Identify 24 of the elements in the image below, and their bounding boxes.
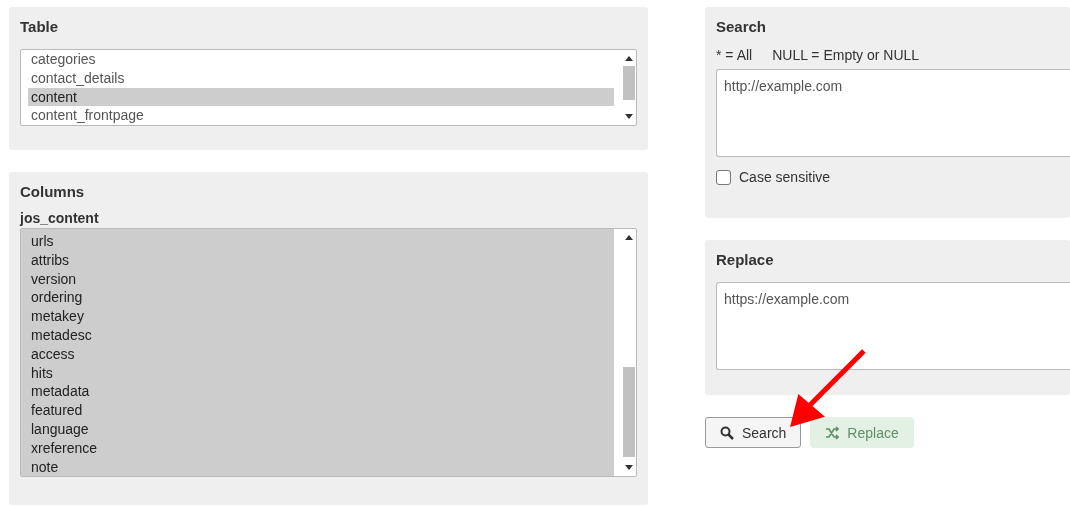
hint-text: * = All	[716, 47, 753, 63]
hint-text: NULL = Empty or NULL	[772, 47, 920, 63]
case-sensitive-checkbox[interactable]	[716, 169, 731, 185]
scroll-up-icon[interactable]	[625, 235, 633, 240]
checkbox-label: Case sensitive	[739, 169, 831, 185]
table-listbox[interactable]: categories contact_details content content_frontpage	[20, 49, 637, 127]
scroll-down-icon[interactable]	[625, 114, 633, 120]
scroll-up-icon[interactable]	[625, 56, 633, 61]
table-option[interactable]: content	[28, 87, 614, 107]
search-button[interactable]: Search	[705, 417, 802, 448]
panel-title: Replace	[716, 251, 775, 268]
table-option[interactable]: contact_details	[28, 68, 614, 88]
table-option[interactable]: categories	[28, 50, 614, 69]
columns-listbox[interactable]: urls attribs version ordering metakey metadesc access hits metadata featured language xreference note	[20, 228, 637, 478]
panel-title: Search	[716, 18, 768, 35]
panel-title: Columns	[20, 183, 86, 200]
replace-text-area[interactable]: https://example.com	[716, 282, 1070, 370]
panel-title: Table	[20, 18, 60, 35]
shuffle-icon	[825, 425, 840, 440]
table-option[interactable]: content_frontpage	[28, 106, 614, 126]
scroll-down-icon[interactable]	[625, 465, 633, 471]
table-name-label: jos_content	[20, 210, 100, 226]
search-icon	[720, 425, 734, 440]
search-text-area[interactable]: http://example.com	[716, 69, 1070, 157]
